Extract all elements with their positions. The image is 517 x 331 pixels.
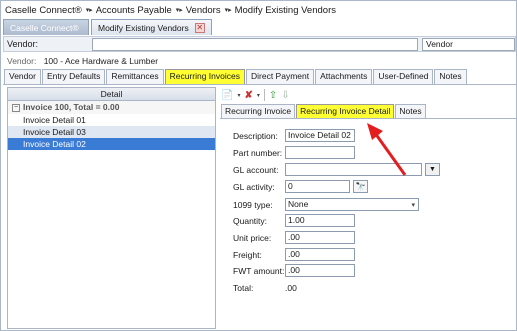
tab-detail-notes[interactable]: Notes xyxy=(395,104,426,118)
gl-activity-row: GL activity: 0 🔭 xyxy=(233,180,503,193)
part-number-label: Part number: xyxy=(233,148,283,158)
arrow-up-icon[interactable]: ⇧ xyxy=(269,90,277,101)
gl-account-dropdown-button[interactable]: ▼ xyxy=(425,163,440,176)
vendor-info-sep: - xyxy=(60,56,64,66)
description-field[interactable]: Invoice Detail 02 xyxy=(285,129,355,142)
annotation-arrow-head xyxy=(367,123,383,140)
doc-tab-modify-existing-vendors[interactable]: Modify Existing Vendors ✕ xyxy=(91,19,212,35)
breadcrumb-separator: ▾ ▸ xyxy=(175,7,183,14)
tab-notes[interactable]: Notes xyxy=(434,69,467,84)
freight-row: Freight: .00 xyxy=(233,248,503,261)
tab-divider xyxy=(3,84,516,85)
chevron-down-icon[interactable]: ▾ xyxy=(257,92,260,99)
unit-price-label: Unit price: xyxy=(233,233,272,243)
document-tabs: Caselle Connect® Modify Existing Vendors… xyxy=(3,19,214,35)
app-window: Caselle Connect® ▾ ▸ Accounts Payable ▾ … xyxy=(0,0,517,331)
arrow-down-icon[interactable]: ⇩ xyxy=(281,90,289,101)
binoculars-icon[interactable]: 🔭 xyxy=(353,180,368,193)
freight-label: Freight: xyxy=(233,250,262,260)
type-1099-value: None xyxy=(288,199,309,209)
tab-recurring-invoice[interactable]: Recurring Invoice xyxy=(221,104,296,118)
tab-user-defined[interactable]: User-Defined xyxy=(373,69,434,84)
type-1099-select[interactable]: None ▾ xyxy=(285,198,419,211)
toolbar-separator xyxy=(263,89,265,101)
quantity-label: Quantity: xyxy=(233,216,268,226)
quantity-row: Quantity: 1.00 xyxy=(233,214,503,227)
gl-account-label: GL account: xyxy=(233,165,279,175)
invoice-group-label: Invoice 100, Total = 0.00 xyxy=(23,102,120,112)
tab-direct-payment[interactable]: Direct Payment xyxy=(245,69,315,84)
tab-recurring-invoices[interactable]: Recurring Invoices xyxy=(164,69,245,84)
breadcrumb-separator: ▾ ▸ xyxy=(85,7,93,14)
vendor-search-label: Vendor: xyxy=(7,39,39,49)
gl-activity-field[interactable]: 0 xyxy=(285,180,350,193)
list-item[interactable]: Invoice Detail 01 xyxy=(8,114,215,126)
description-label: Description: xyxy=(233,131,278,141)
tab-attachments[interactable]: Attachments xyxy=(315,69,373,84)
doc-tab-caselle-connect[interactable]: Caselle Connect® xyxy=(3,19,89,35)
total-row: Total: .00 xyxy=(233,281,503,294)
vendor-info-label: Vendor: xyxy=(7,56,37,66)
detail-sub-tabs: Recurring Invoice Recurring Invoice Deta… xyxy=(221,104,427,118)
vendor-search-type-dropdown[interactable]: Vendor xyxy=(422,38,515,51)
doc-tab-label: Modify Existing Vendors xyxy=(98,22,189,33)
vendor-search-bar: Vendor: Vendor xyxy=(3,36,516,52)
breadcrumb-separator: ▾ ▸ xyxy=(224,7,232,14)
unit-price-row: Unit price: .00 xyxy=(233,231,503,244)
breadcrumb-item-accounts-payable[interactable]: Accounts Payable xyxy=(96,5,172,16)
vendor-info: Vendor: 100 - Ace Hardware & Lumber xyxy=(7,56,158,66)
invoice-detail-tree: Detail − Invoice 100, Total = 0.00 Invoi… xyxy=(7,87,216,329)
total-label: Total: xyxy=(233,283,254,293)
fwt-amount-row: FWT amount: .00 xyxy=(233,264,503,277)
doc-tab-label: Caselle Connect® xyxy=(10,22,79,33)
invoice-group-row[interactable]: − Invoice 100, Total = 0.00 xyxy=(8,101,215,114)
tab-vendor[interactable]: Vendor xyxy=(4,69,41,84)
breadcrumb-item-vendors[interactable]: Vendors xyxy=(186,5,221,16)
document-icon[interactable]: 📄 xyxy=(221,90,233,101)
unit-price-field[interactable]: .00 xyxy=(285,231,355,244)
chevron-down-icon[interactable]: ▾ xyxy=(237,92,240,99)
vendor-name: Ace Hardware & Lumber xyxy=(65,56,159,66)
total-value: .00 xyxy=(285,283,297,293)
close-icon[interactable]: ✕ xyxy=(194,22,205,33)
tab-remittances[interactable]: Remittances xyxy=(106,69,164,84)
tab-recurring-invoice-detail[interactable]: Recurring Invoice Detail xyxy=(296,104,395,118)
list-item-selected[interactable]: Invoice Detail 02 xyxy=(8,138,215,150)
list-item[interactable]: Invoice Detail 03 xyxy=(8,126,215,138)
collapse-icon[interactable]: − xyxy=(12,103,20,112)
detail-toolbar: 📄 ▾ ✘ ▾ ⇧ ⇩ xyxy=(221,88,290,102)
quantity-field[interactable]: 1.00 xyxy=(285,214,355,227)
freight-field[interactable]: .00 xyxy=(285,248,355,261)
breadcrumb: Caselle Connect® ▾ ▸ Accounts Payable ▾ … xyxy=(5,3,336,17)
fwt-amount-label: FWT amount: xyxy=(233,266,285,276)
breadcrumb-item-modify-existing-vendors[interactable]: Modify Existing Vendors xyxy=(235,5,336,16)
annotation-arrow-icon xyxy=(367,123,407,176)
type-1099-row: 1099 type: None ▾ xyxy=(233,198,503,211)
vendor-number: 100 xyxy=(43,56,58,66)
fwt-amount-field[interactable]: .00 xyxy=(285,264,355,277)
chevron-down-icon: ▾ xyxy=(411,202,415,209)
type-1099-label: 1099 type: xyxy=(233,200,273,210)
tab-entry-defaults[interactable]: Entry Defaults xyxy=(41,69,106,84)
sub-tab-divider xyxy=(220,118,516,119)
delete-icon[interactable]: ✘ xyxy=(244,90,252,101)
gl-activity-label: GL activity: xyxy=(233,182,275,192)
vendor-search-input[interactable] xyxy=(92,38,418,51)
part-number-field[interactable] xyxy=(285,146,355,159)
breadcrumb-item-caselle-connect[interactable]: Caselle Connect® xyxy=(5,5,82,16)
detail-column-header[interactable]: Detail xyxy=(8,88,215,101)
main-tabs: Vendor Entry Defaults Remittances Recurr… xyxy=(4,69,468,84)
annotation-arrow-shaft xyxy=(373,132,407,176)
